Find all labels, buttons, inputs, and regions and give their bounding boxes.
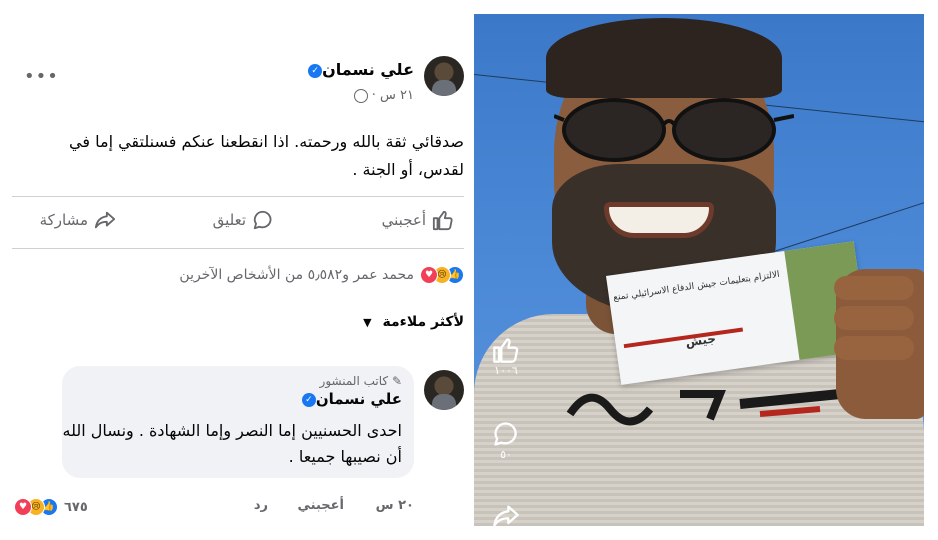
sort-label: لأكثر ملاءمة — [382, 314, 464, 330]
comment-icon — [253, 210, 272, 230]
finger — [834, 276, 914, 300]
author-tag-text: كاتب المنشور — [319, 374, 389, 388]
reactions-summary[interactable]: 👍 😢 ♥ محمد عمر و٥٫٥٨٢ من الأشخاص الآخرين — [179, 266, 464, 284]
comment-avatar[interactable] — [424, 370, 464, 410]
comment-icon — [494, 422, 517, 446]
comment-reply-link[interactable]: رد — [254, 498, 268, 513]
reel-photo[interactable]: الالتزام بتعليمات جيش الدفاع الاسرائيلي … — [474, 14, 924, 526]
comment-reaction-icons: 👍 😢 ♥ — [14, 498, 58, 516]
thumbs-up-icon — [432, 210, 453, 231]
pencil-icon: ✎ — [391, 374, 402, 388]
love-reaction-icon: ♥ — [14, 498, 32, 516]
sort-dropdown[interactable]: لأكثر ملاءمة ▼ — [363, 314, 464, 330]
like-button[interactable]: أعجبني — [382, 209, 454, 231]
hair — [546, 18, 782, 98]
post-text-line-2: لقدس، أو الجنة . — [352, 160, 464, 179]
love-reaction-icon: ♥ — [420, 266, 438, 284]
globe-icon — [353, 88, 368, 103]
chevron-down-icon: ▼ — [363, 316, 372, 329]
author-name-text[interactable]: علي نسمان — [322, 60, 414, 79]
comment-text-line-2: أن نصيبها جميعا . — [288, 447, 402, 466]
verified-badge-icon: ✓ — [308, 63, 323, 78]
avatar[interactable] — [424, 56, 464, 96]
reel-like-count: ١٠٠٦ — [494, 364, 518, 377]
finger — [834, 306, 914, 330]
reel-like-button[interactable]: ١٠٠٦ — [492, 336, 520, 377]
thumbs-up-icon — [493, 338, 519, 363]
post-timestamp[interactable]: ٢١ س · — [353, 88, 414, 103]
comment-reactions[interactable]: ٦٧٥ 👍 😢 ♥ — [14, 498, 88, 516]
comment-time[interactable]: ٢٠ س — [376, 498, 414, 513]
comment-text-line-1: احدى الحسنيين إما النصر وإما الشهادة . و… — [62, 421, 402, 440]
reel-share-button[interactable] — [492, 502, 520, 526]
leaflet-red-stripe — [623, 327, 744, 349]
comment-bubble: ✎ كاتب المنشور علي نسمان✓ احدى الحسنيين … — [62, 366, 414, 478]
comment-reaction-count: ٦٧٥ — [64, 499, 88, 515]
post-text-line-1: صدقائي ثقة بالله ورحمته. اذا انقطعنا عنك… — [69, 132, 464, 151]
sunglasses — [554, 98, 794, 162]
comment-author-name[interactable]: علي نسمان✓ — [297, 390, 402, 408]
comment-like-link[interactable]: أعجبني — [298, 498, 344, 513]
share-button[interactable]: مشاركة — [40, 209, 116, 231]
shirt-print-graphic — [566, 389, 841, 426]
reaction-icons: 👍 😢 ♥ — [420, 266, 464, 284]
reactions-text: محمد عمر و٥٫٥٨٢ من الأشخاص الآخرين — [179, 267, 414, 283]
post-author-name[interactable]: علي نسمان✓ — [303, 60, 414, 79]
divider — [12, 196, 464, 197]
author-tag: ✎ كاتب المنشور — [320, 374, 402, 388]
comment-author-text[interactable]: علي نسمان — [316, 390, 402, 408]
comment-button[interactable]: تعليق — [213, 209, 274, 231]
finger — [834, 336, 914, 360]
comment-label: تعليق — [212, 211, 246, 229]
share-label: مشاركة — [39, 211, 88, 229]
reel-comment-count: ٥٠ — [500, 448, 512, 461]
facebook-post-card: ••• علي نسمان✓ ٢١ س · صدقائي ثقة بالله و… — [12, 14, 464, 526]
more-options-icon[interactable]: ••• — [24, 66, 59, 87]
smile — [604, 202, 714, 238]
like-label: أعجبني — [381, 211, 426, 229]
post-time-text[interactable]: ٢١ س · — [372, 88, 414, 103]
leaflet-text: الالتزام بتعليمات جيش الدفاع الاسرائيلي … — [612, 269, 781, 304]
share-icon — [493, 505, 519, 526]
share-icon — [94, 211, 116, 229]
verified-badge-icon: ✓ — [301, 392, 316, 407]
divider — [12, 248, 464, 249]
reel-comment-button[interactable]: ٥٠ — [492, 420, 520, 461]
